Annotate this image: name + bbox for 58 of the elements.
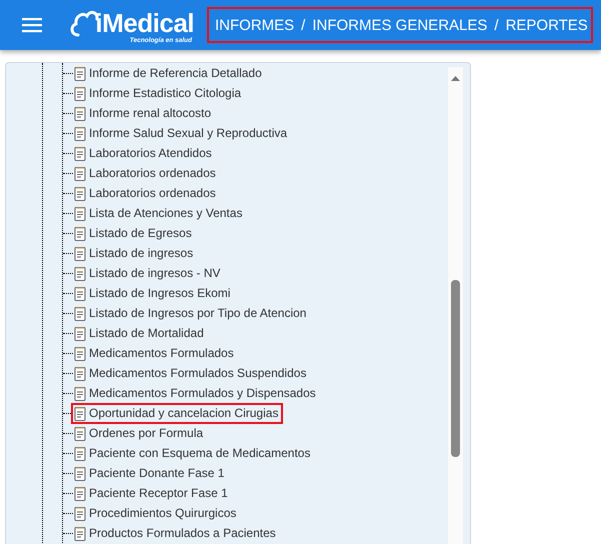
document-icon xyxy=(74,146,86,160)
document-icon xyxy=(74,286,86,300)
document-icon xyxy=(74,206,86,220)
tree-item[interactable]: Listado de Ingresos por Tipo de Atencion xyxy=(71,302,312,324)
tree-item[interactable]: Informe renal altocosto xyxy=(71,102,216,124)
breadcrumb-text: / xyxy=(494,16,499,34)
scroll-thumb[interactable] xyxy=(451,280,460,457)
tree-item[interactable]: Listado de ingresos xyxy=(71,242,198,264)
logo-name: iMedical xyxy=(95,8,194,36)
menu-icon[interactable] xyxy=(22,17,42,33)
tree-item[interactable]: Productos Formulados a Pacientes xyxy=(71,522,281,544)
tree-item[interactable]: Medicamentos Formulados y Dispensados xyxy=(71,382,321,404)
tree-item[interactable]: Listado de Ingresos Ekomi xyxy=(71,282,236,304)
document-icon xyxy=(74,406,86,420)
tree-item[interactable]: Paciente Donante Fase 1 xyxy=(71,462,230,484)
tree-item[interactable]: Listado de Mortalidad xyxy=(71,322,209,344)
tree-item[interactable]: Laboratorios ordenados xyxy=(71,182,221,204)
document-icon xyxy=(74,346,86,360)
document-icon xyxy=(74,86,86,100)
document-icon xyxy=(74,246,86,260)
document-icon xyxy=(74,446,86,460)
breadcrumb-text: INFORMES GENERALES xyxy=(312,16,488,34)
tree-item[interactable]: Laboratorios Atendidos xyxy=(71,142,217,164)
document-icon xyxy=(74,526,86,540)
tree-item[interactable]: Informe Estadistico Citologia xyxy=(71,82,246,104)
scrollbar[interactable] xyxy=(448,67,463,544)
tree-item[interactable]: Listado de ingresos - NV xyxy=(71,262,226,284)
document-icon xyxy=(74,266,86,280)
tree-item[interactable]: Medicamentos Formulados xyxy=(71,342,239,364)
document-icon xyxy=(74,486,86,500)
tree-item[interactable]: Oportunidad y cancelacion Cirugias xyxy=(71,402,284,424)
tree-item[interactable]: Procedimientos Quirurgicos xyxy=(71,502,242,524)
tree-item[interactable]: Ordenes por Formula xyxy=(71,422,208,444)
document-icon xyxy=(74,186,86,200)
breadcrumb-text: / xyxy=(301,16,306,34)
document-icon xyxy=(74,166,86,180)
tree-item[interactable]: Paciente con Esquema de Medicamentos xyxy=(71,442,316,464)
tree-item[interactable]: Informe de Referencia Detallado xyxy=(71,63,267,84)
tree-item[interactable]: Paciente Receptor Fase 1 xyxy=(71,482,233,504)
document-icon xyxy=(74,106,86,120)
tree-item[interactable]: Laboratorios ordenados xyxy=(71,162,221,184)
tree-item[interactable]: Lista de Atenciones y Ventas xyxy=(71,202,248,224)
breadcrumb-text: INFORMES xyxy=(215,16,294,34)
document-icon xyxy=(74,226,86,240)
document-icon xyxy=(74,506,86,520)
tree-item[interactable]: Listado de Egresos xyxy=(71,222,197,244)
document-icon xyxy=(74,306,86,320)
document-icon xyxy=(74,126,86,140)
breadcrumb-text: REPORTES xyxy=(506,16,588,34)
document-icon xyxy=(74,66,86,80)
tree-item[interactable]: Medicamentos Formulados Suspendidos xyxy=(71,362,312,384)
document-icon xyxy=(74,386,86,400)
document-icon xyxy=(74,466,86,480)
document-icon xyxy=(74,366,86,380)
document-icon xyxy=(74,426,86,440)
document-icon xyxy=(74,326,86,340)
tree-item[interactable]: Informe Salud Sexual y Reproductiva xyxy=(71,122,292,144)
scroll-up-icon[interactable] xyxy=(451,76,460,81)
